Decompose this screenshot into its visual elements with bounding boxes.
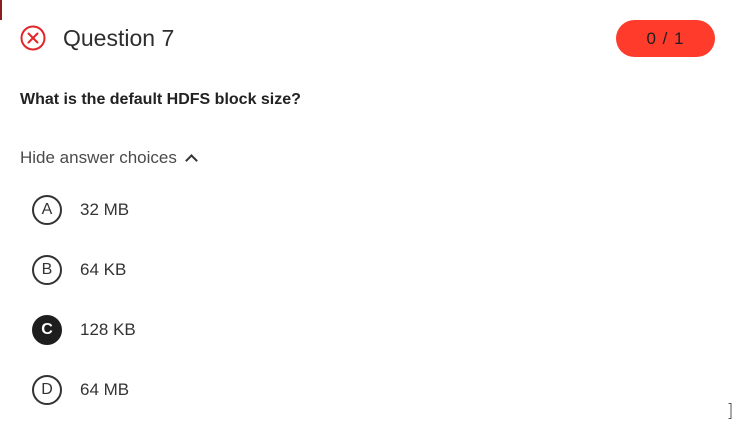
choice-text: 64 MB: [80, 380, 130, 399]
toggle-label: Hide answer choices: [20, 148, 177, 167]
question-header: Question 7 0 / 1: [20, 20, 715, 57]
choice-letter-badge: A: [32, 195, 62, 225]
edge-marker: [0, 0, 2, 20]
answer-choice-d[interactable]: D 64 MB: [32, 375, 432, 405]
answer-choice-a[interactable]: A 32 MB: [32, 195, 432, 225]
choice-letter-badge: B: [32, 255, 62, 285]
chevron-up-icon: [184, 154, 198, 167]
question-text: What is the default HDFS block size?: [20, 91, 301, 108]
answer-choice-c[interactable]: C 128 KB: [32, 315, 432, 345]
choice-text: 64 KB: [80, 260, 127, 279]
choice-text: 128 KB: [80, 320, 136, 339]
text-cursor-icon: [728, 403, 734, 419]
score-badge: 0 / 1: [616, 20, 715, 57]
choice-letter-badge: D: [32, 375, 62, 405]
incorrect-x-circle-icon: [20, 25, 46, 51]
question-title: Question 7: [63, 25, 175, 51]
answer-choice-b[interactable]: B 64 KB: [32, 255, 432, 285]
choice-letter-badge: C: [32, 315, 62, 345]
choice-text: 32 MB: [80, 200, 130, 219]
hide-answer-choices-toggle[interactable]: Hide answer choices: [20, 147, 198, 169]
